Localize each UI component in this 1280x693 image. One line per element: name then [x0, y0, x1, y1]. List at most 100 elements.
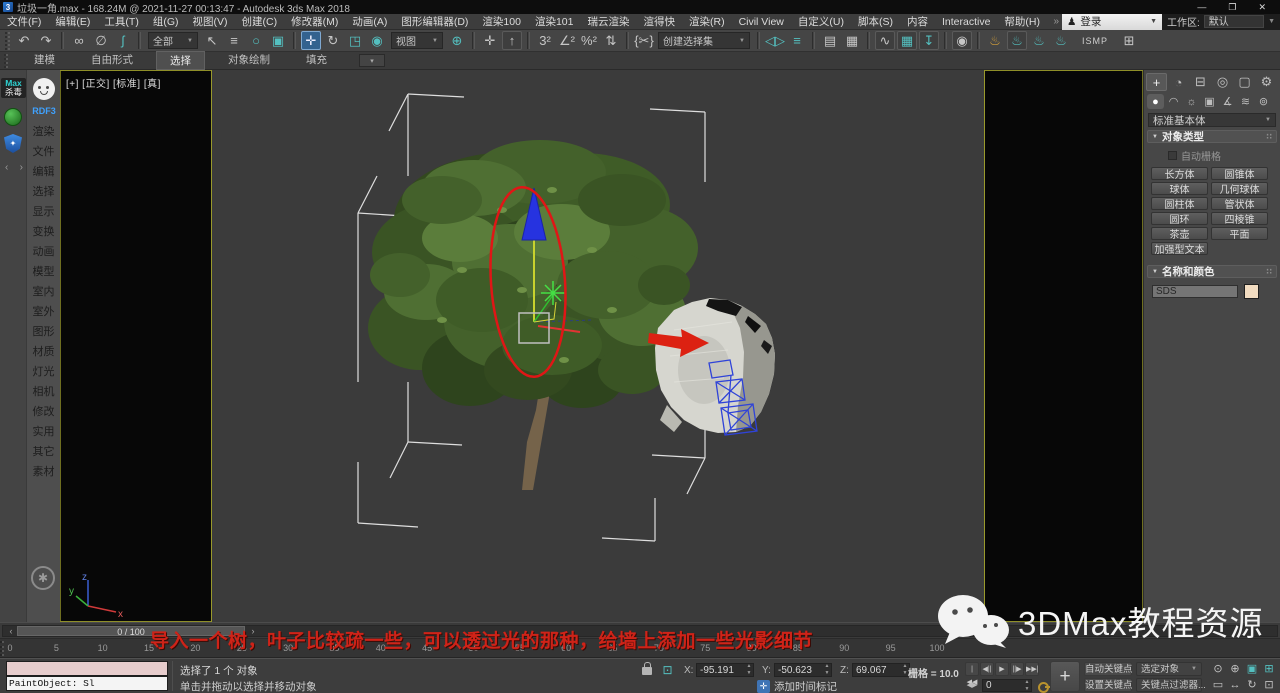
sidebar-item[interactable]: 材质	[27, 342, 60, 362]
sidebar-item[interactable]: 变换	[27, 222, 60, 242]
x-spinner[interactable]: ▲▼	[745, 663, 753, 677]
key-mode-icon[interactable]	[1038, 680, 1050, 692]
sidebar-item[interactable]: 实用	[27, 422, 60, 442]
percent-snap-icon[interactable]: %²	[579, 31, 599, 50]
undo-icon[interactable]: ↶	[14, 31, 34, 50]
maxscript-listener-input[interactable]: PaintObject: Sl	[6, 676, 168, 691]
scene-explorer-icon[interactable]: ▦	[842, 31, 862, 50]
key-step-icon[interactable]: ◀▶	[965, 679, 979, 692]
window-crossing-icon[interactable]: ▣	[268, 31, 288, 50]
max-antivirus-badge[interactable]: Max 杀毒	[1, 78, 26, 98]
rendered-frame-window-icon[interactable]: ♨	[1007, 31, 1027, 50]
menu-item[interactable]: 脚本(S)	[851, 14, 900, 30]
sidebar-item[interactable]: 动画	[27, 242, 60, 262]
menu-item[interactable]: 动画(A)	[345, 14, 394, 30]
object-type-button[interactable]: 平面	[1211, 227, 1268, 240]
ribbon-tab[interactable]: 选择	[156, 51, 205, 70]
select-and-manipulate-icon[interactable]: ✛	[480, 31, 500, 50]
menu-item[interactable]: 工具(T)	[97, 14, 145, 30]
sidebar-item[interactable]: 编辑	[27, 162, 60, 182]
trackbar-grip[interactable]	[0, 641, 4, 656]
object-type-button[interactable]: 管状体	[1211, 197, 1268, 210]
use-pivot-point-icon[interactable]: ⊕	[447, 31, 467, 50]
tab-display[interactable]: ▢	[1234, 73, 1255, 91]
menu-item[interactable]: 创建(C)	[235, 14, 285, 30]
material-editor-icon[interactable]: ◉	[952, 31, 972, 50]
primitive-category-dropdown[interactable]: 标准基本体 ▼	[1148, 113, 1276, 127]
zoom-extents-all-icon[interactable]: ⊞	[1261, 662, 1277, 676]
close-button[interactable]: ✕	[1258, 2, 1266, 13]
y-spinner[interactable]: ▲▼	[823, 663, 831, 677]
selected-objects-dropdown[interactable]: ▼ 选定对象	[1136, 662, 1202, 676]
ribbon-tab[interactable]: 建模	[21, 51, 68, 70]
zoom-region-icon[interactable]: ▭	[1210, 678, 1226, 692]
render-iterative-icon[interactable]: ♨	[1051, 31, 1071, 50]
restore-button[interactable]: ❐	[1228, 2, 1236, 13]
tab-modify[interactable]: ◔	[1168, 73, 1189, 91]
bind-to-space-warp-icon[interactable]: ʃ	[113, 31, 133, 50]
menu-item[interactable]: 视图(V)	[186, 14, 235, 30]
login-button[interactable]: ♟ 登录 ▼	[1062, 14, 1162, 30]
object-type-button[interactable]: 球体	[1151, 182, 1208, 195]
sidebar-item[interactable]: 模型	[27, 262, 60, 282]
menu-item[interactable]: 帮助(H)	[997, 14, 1047, 30]
viewport-scene[interactable]	[212, 70, 984, 622]
redo-icon[interactable]: ↷	[36, 31, 56, 50]
wall-scan-object[interactable]	[655, 298, 775, 433]
sidebar-item[interactable]: 相机	[27, 382, 60, 402]
select-and-rotate-icon[interactable]: ↻	[323, 31, 343, 50]
select-and-place-icon[interactable]: ◉	[367, 31, 387, 50]
select-object-icon[interactable]: ↖	[202, 31, 222, 50]
maximize-viewport-icon[interactable]: ⊡	[1261, 678, 1277, 692]
dope-sheet-icon[interactable]: ↧	[919, 31, 939, 50]
tab-utilities[interactable]: ⚙	[1256, 73, 1277, 91]
toolbar-grip[interactable]	[5, 32, 10, 50]
ribbon-tab[interactable]: 自由形式	[78, 51, 146, 70]
go-to-end-button[interactable]: ▶▶|	[1025, 662, 1039, 676]
selection-lock-icon[interactable]	[642, 667, 652, 675]
set-key-button[interactable]: 设置关键点	[1084, 678, 1132, 692]
viewport-layout-icon[interactable]: ⊞	[1119, 31, 1139, 50]
absolute-mode-icon[interactable]: ⊡	[660, 663, 675, 678]
sidebar-item[interactable]: 素材	[27, 462, 60, 482]
ribbon-grip[interactable]	[4, 54, 8, 68]
unlink-selection-icon[interactable]: ∅	[91, 31, 111, 50]
menu-item[interactable]: Civil View	[732, 14, 791, 30]
minimize-button[interactable]: —	[1197, 2, 1206, 13]
category-cameras[interactable]: ▣	[1201, 94, 1218, 109]
object-type-button[interactable]: 圆锥体	[1211, 167, 1268, 180]
named-selection-sets-icon[interactable]: {✂}	[634, 31, 654, 50]
menu-item[interactable]: 组(G)	[146, 14, 186, 30]
rollout-object-type[interactable]: ▼ 对象类型 ∷	[1147, 130, 1277, 143]
category-shapes[interactable]: ◠	[1165, 94, 1182, 109]
menu-item[interactable]: 渲染(R)	[682, 14, 732, 30]
autogrid-checkbox[interactable]	[1168, 151, 1177, 160]
collapse-right-icon[interactable]: ›	[20, 162, 23, 173]
category-geometry[interactable]: ●	[1147, 94, 1164, 109]
menu-item[interactable]: 文件(F)	[0, 14, 48, 30]
menu-item[interactable]: 瑞云渲染	[580, 14, 636, 30]
menu-item[interactable]: 渲染100	[475, 14, 528, 30]
key-filters-button[interactable]: 关键点过滤器...	[1136, 678, 1202, 692]
category-space-warps[interactable]: ≋	[1237, 94, 1254, 109]
menu-overflow-icon[interactable]: »	[1050, 16, 1062, 27]
ribbon-tab[interactable]: 对象绘制	[215, 51, 283, 70]
snaps-toggle-3d-icon[interactable]: 3²	[535, 31, 555, 50]
tab-motion[interactable]: ◎	[1212, 73, 1233, 91]
render-setup-icon[interactable]: ♨	[985, 31, 1005, 50]
orbit-icon[interactable]: ↻	[1244, 678, 1260, 692]
tab-create[interactable]: +	[1146, 73, 1167, 91]
object-type-button[interactable]: 四棱锥	[1211, 212, 1268, 225]
menu-item[interactable]: 修改器(M)	[284, 14, 345, 30]
category-lights[interactable]: ☼	[1183, 94, 1200, 109]
set-keys-button[interactable]: +	[1050, 661, 1080, 692]
reference-coordinate-dropdown[interactable]: 视图▼	[391, 32, 443, 49]
object-name-field[interactable]: SDS	[1152, 285, 1238, 298]
tab-hierarchy[interactable]: ⊟	[1190, 73, 1211, 91]
sidebar-item[interactable]: 文件	[27, 142, 60, 162]
menu-item[interactable]: 渲得快	[636, 14, 682, 30]
align-icon[interactable]: ≡	[787, 31, 807, 50]
settings-gear-icon[interactable]: ✱	[31, 566, 55, 590]
go-to-start-button[interactable]: |◀◀	[965, 662, 979, 676]
menu-item[interactable]: 渲染101	[528, 14, 581, 30]
